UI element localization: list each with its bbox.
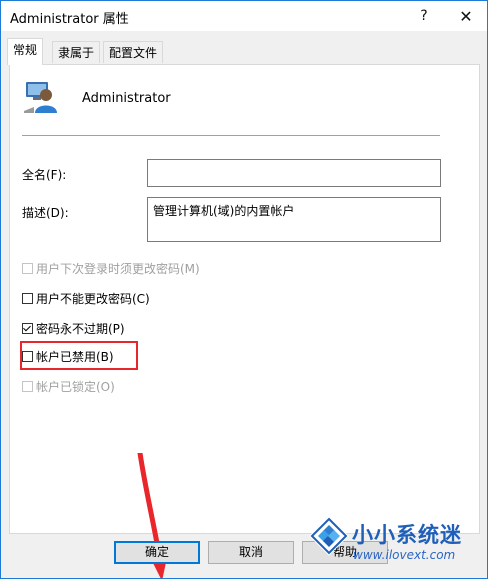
ok-button[interactable]: 确定 [114,541,200,564]
tab-profile[interactable]: 配置文件 [103,41,164,63]
properties-window: Administrator 属性 ? ✕ 常规 隶属于 配置文件 Adminis… [0,0,488,579]
description-label: 描述(D): [22,206,69,220]
watermark: 小小系统迷 www.ilovext.com [301,511,487,577]
description-input[interactable]: 管理计算机(域)的内置帐户 [147,197,441,242]
checkbox-box[interactable] [22,322,33,334]
tab-member-of[interactable]: 隶属于 [52,41,101,63]
help-title-button[interactable]: ? [405,1,443,31]
password-never-expires-checkbox[interactable]: 密码永不过期(P) [22,319,125,337]
window-title: Administrator 属性 [10,12,129,27]
watermark-title: 小小系统迷 [352,523,462,547]
cannot-change-password-checkbox[interactable]: 用户不能更改密码(C) [22,289,150,307]
account-locked-checkbox[interactable]: 帐户已锁定(O) [22,377,115,395]
checkbox-box[interactable] [22,380,33,392]
watermark-logo-icon [309,516,349,556]
checkbox-label: 用户下次登录时须更改密码(M) [36,261,200,276]
checkbox-box[interactable] [22,262,33,274]
checkbox-label: 帐户已锁定(O) [36,379,115,394]
checkbox-label: 用户不能更改密码(C) [36,291,150,306]
user-account-icon [24,82,57,113]
tab-general[interactable]: 常规 [7,38,44,65]
watermark-url: www.ilovext.com [353,548,456,562]
fullname-input[interactable] [147,159,441,187]
highlight-box [20,341,138,370]
general-panel: Administrator 全名(F): 描述(D): 管理计算机(域)的内置帐… [9,64,480,578]
checkbox-box[interactable] [22,292,33,304]
checkbox-label: 密码永不过期(P) [36,321,125,336]
cancel-button[interactable]: 取消 [208,541,294,564]
divider [22,135,440,136]
title-bar[interactable]: Administrator 属性 ? ✕ [1,1,487,31]
tab-strip: 常规 隶属于 配置文件 [1,31,487,65]
user-name: Administrator [82,91,171,106]
close-button[interactable]: ✕ [447,1,485,31]
fullname-label: 全名(F): [22,168,67,182]
must-change-password-checkbox[interactable]: 用户下次登录时须更改密码(M) [22,259,200,277]
